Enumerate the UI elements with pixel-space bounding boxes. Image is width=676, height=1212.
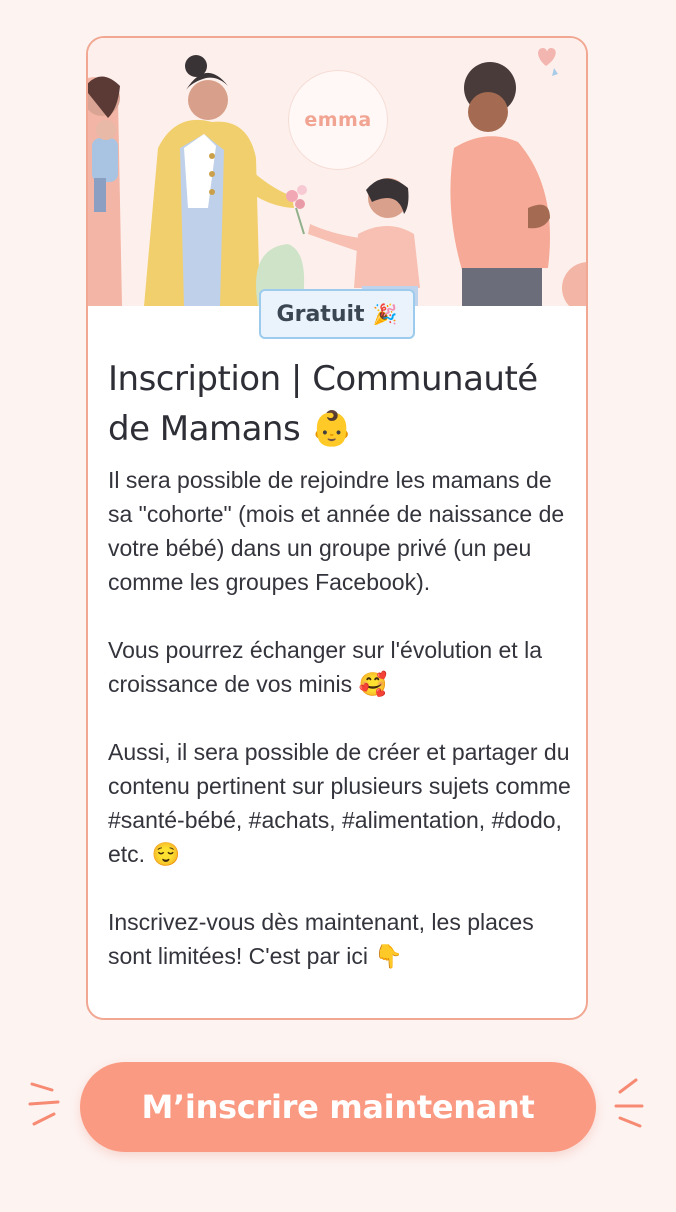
free-badge: Gratuit 🎉: [259, 289, 415, 339]
badge-label: Gratuit: [276, 301, 365, 327]
card-title: Inscription | Communauté de Mamans 👶: [108, 354, 578, 454]
heart-icon: [534, 44, 562, 78]
description-paragraph: Vous pourrez échanger sur l'évolution et…: [108, 637, 542, 697]
party-popper-icon: 🎉: [372, 303, 398, 326]
description-paragraph: Inscrivez-vous dès maintenant, les place…: [108, 909, 534, 969]
card-description: Il sera possible de rejoindre les mamans…: [108, 463, 580, 1007]
signup-now-button[interactable]: M’inscrire maintenant: [80, 1062, 596, 1152]
sparkle-right-icon: [606, 1076, 646, 1135]
emma-logo: emma: [288, 70, 388, 170]
sparkle-left-icon: [28, 1078, 68, 1133]
description-paragraph: Il sera possible de rejoindre les mamans…: [108, 467, 565, 595]
hero-illustration: emma: [88, 38, 586, 306]
description-paragraph: Aussi, il sera possible de créer et part…: [108, 739, 571, 867]
title-line-2: de Mamans 👶: [108, 409, 353, 449]
title-line-1: Inscription | Communauté: [108, 359, 538, 399]
logo-text: emma: [304, 109, 372, 131]
signup-card: emma Gratuit 🎉 Inscription | Communauté …: [86, 36, 588, 1020]
